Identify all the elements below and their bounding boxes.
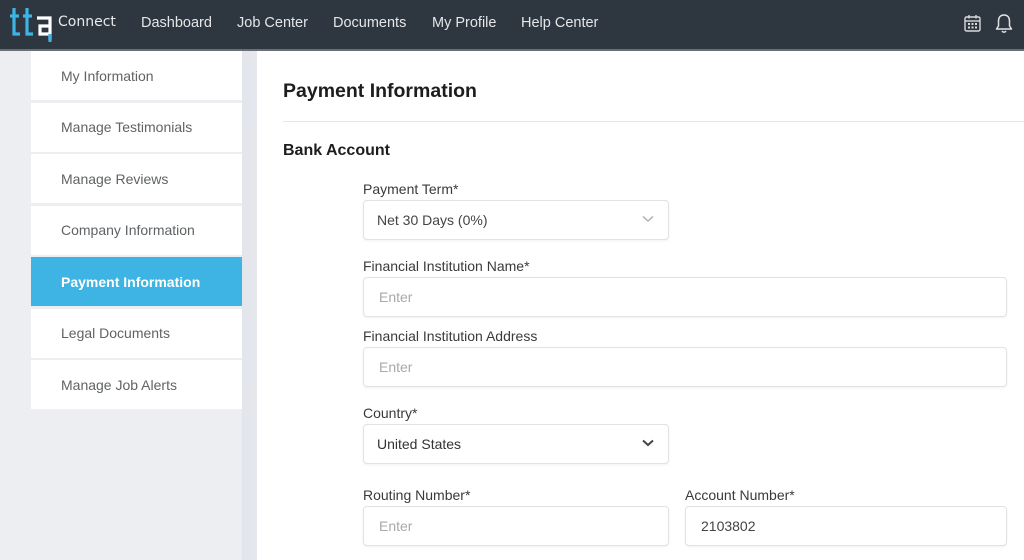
profile-sidebar: My Information Manage Testimonials Manag… xyxy=(31,51,242,412)
nav-my-profile[interactable]: My Profile xyxy=(432,15,496,31)
chevron-down-icon xyxy=(642,215,654,223)
payment-term-select[interactable]: Net 30 Days (0%) xyxy=(363,200,669,240)
sidebar-item-label: Payment Information xyxy=(61,273,201,290)
chevron-down-icon xyxy=(642,439,654,447)
institution-address-label: Financial Institution Address xyxy=(363,328,538,344)
bell-icon[interactable] xyxy=(994,13,1014,39)
nav-dashboard[interactable]: Dashboard xyxy=(141,15,212,31)
institution-address-input[interactable]: Enter xyxy=(363,347,1007,387)
account-number-input[interactable]: 2103802 xyxy=(685,506,1007,546)
sidebar-item-label: My Information xyxy=(61,67,154,84)
account-number-label: Account Number* xyxy=(685,487,795,503)
page-title: Payment Information xyxy=(283,80,477,102)
sidebar-item-legal-documents[interactable]: Legal Documents xyxy=(31,308,242,358)
institution-name-label: Financial Institution Name* xyxy=(363,258,530,274)
product-name: Connect xyxy=(58,14,116,30)
sidebar-item-label: Manage Job Alerts xyxy=(61,376,177,393)
sidebar-item-payment-information[interactable]: Payment Information xyxy=(31,257,242,306)
country-select[interactable]: United States xyxy=(363,424,669,464)
routing-number-input[interactable]: Enter xyxy=(363,506,669,546)
account-number-value: 2103802 xyxy=(701,518,756,534)
routing-number-placeholder: Enter xyxy=(379,518,413,534)
sidebar-item-label: Manage Reviews xyxy=(61,170,169,187)
country-value: United States xyxy=(377,436,462,452)
payment-term-value: Net 30 Days (0%) xyxy=(377,212,488,228)
nav-documents[interactable]: Documents xyxy=(333,15,406,31)
nav-job-center[interactable]: Job Center xyxy=(237,15,308,31)
sidebar-item-company-information[interactable]: Company Information xyxy=(31,205,242,255)
sidebar-item-label: Company Information xyxy=(61,222,195,238)
sidebar-item-manage-testimonials[interactable]: Manage Testimonials xyxy=(31,102,242,152)
section-title-bank-account: Bank Account xyxy=(283,142,390,159)
payment-term-label: Payment Term* xyxy=(363,181,459,197)
calendar-icon[interactable] xyxy=(964,14,981,37)
sidebar-item-label: Manage Testimonials xyxy=(61,119,193,135)
top-navigation-bar: Connect Dashboard Job Center Documents M… xyxy=(0,0,1024,51)
routing-number-label: Routing Number* xyxy=(363,487,471,503)
sidebar-item-label: Legal Documents xyxy=(61,325,170,341)
institution-address-placeholder: Enter xyxy=(379,359,413,375)
tta-logo-icon xyxy=(10,8,52,42)
tta-connect-logo[interactable]: Connect xyxy=(10,6,120,44)
nav-help-center[interactable]: Help Center xyxy=(521,15,598,31)
sidebar-item-my-information[interactable]: My Information xyxy=(31,51,242,100)
title-divider xyxy=(283,121,1024,122)
country-label: Country* xyxy=(363,405,418,421)
institution-name-placeholder: Enter xyxy=(379,289,413,305)
sidebar-item-manage-reviews[interactable]: Manage Reviews xyxy=(31,154,242,203)
main-content: Payment Information Bank Account Payment… xyxy=(257,51,1024,560)
sidebar-item-manage-job-alerts[interactable]: Manage Job Alerts xyxy=(31,360,242,409)
institution-name-input[interactable]: Enter xyxy=(363,277,1007,317)
